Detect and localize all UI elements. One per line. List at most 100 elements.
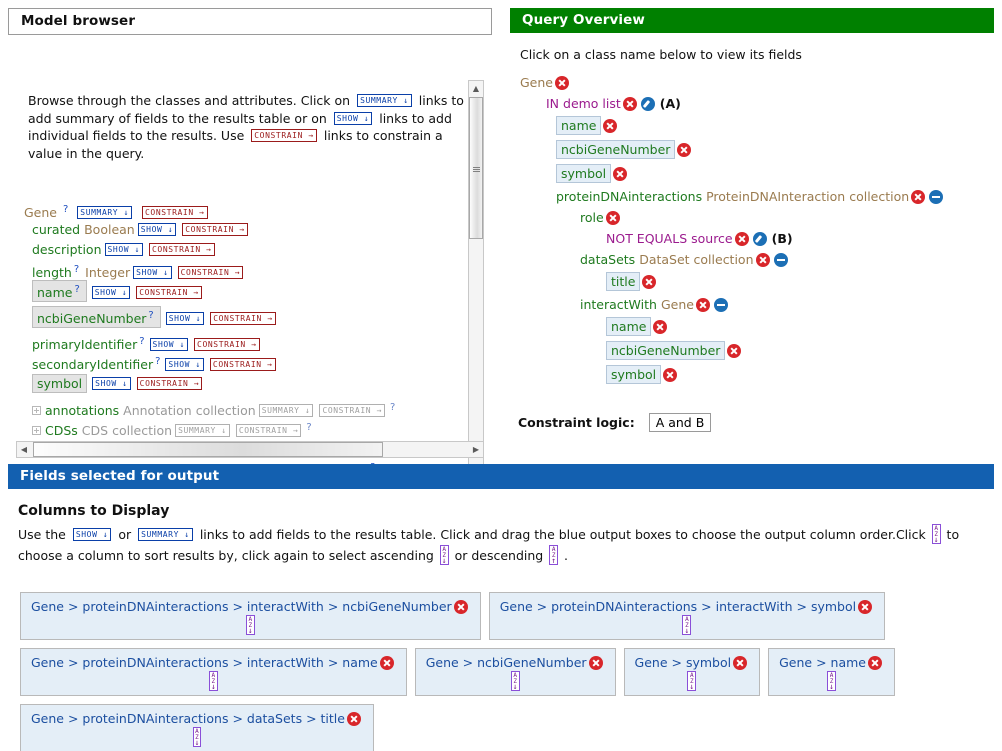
sort-icon[interactable]: A Z ↓ xyxy=(827,671,836,691)
collection-name[interactable]: CDSs xyxy=(45,423,78,438)
remove-icon[interactable] xyxy=(695,298,710,312)
remove-icon[interactable] xyxy=(613,167,628,181)
help-icon[interactable]: ? xyxy=(155,356,160,367)
edit-icon[interactable] xyxy=(640,97,655,111)
scroll-up-arrow-icon[interactable]: ▲ xyxy=(469,81,483,95)
collection-name[interactable]: annotations xyxy=(45,403,119,418)
expand-collection-icon[interactable] xyxy=(32,426,41,436)
summary-link-inline[interactable]: SUMMARY ↓ xyxy=(357,94,412,107)
help-icon[interactable]: ? xyxy=(63,204,68,215)
remove-icon[interactable] xyxy=(653,320,668,334)
model-browser-horizontal-scrollbar[interactable]: ◀ ▶ xyxy=(16,441,484,458)
query-field-box[interactable]: symbol xyxy=(556,164,612,183)
expand-collection-icon[interactable] xyxy=(32,406,41,416)
show-link-inline[interactable]: SHOW ↓ xyxy=(333,111,373,125)
remove-icon[interactable] xyxy=(734,232,749,246)
attribute-name[interactable]: symbol xyxy=(37,376,82,391)
query-field-box[interactable]: symbol xyxy=(606,365,662,384)
remove-icon[interactable] xyxy=(605,211,620,225)
collapse-icon[interactable] xyxy=(773,253,788,267)
help-icon[interactable]: ? xyxy=(306,422,311,433)
constrain-link[interactable]: CONSTRAIN → xyxy=(177,266,244,280)
collapse-icon[interactable] xyxy=(929,190,944,204)
constraint-logic-value[interactable]: A and B xyxy=(648,413,712,432)
remove-icon[interactable] xyxy=(663,368,678,382)
remove-icon[interactable] xyxy=(911,190,926,204)
attribute-name[interactable]: secondaryIdentifier xyxy=(32,357,153,372)
output-column-box[interactable]: Gene > name A Z ↓ xyxy=(768,648,895,696)
summary-link-inline[interactable]: SUMMARY ↓ xyxy=(138,528,193,541)
help-icon[interactable]: ? xyxy=(74,264,79,275)
scroll-left-arrow-icon[interactable]: ◀ xyxy=(17,442,31,457)
constrain-link[interactable]: CONSTRAIN → xyxy=(182,223,248,236)
constrain-link[interactable]: CONSTRAIN → xyxy=(136,377,203,390)
attribute-name[interactable]: description xyxy=(32,242,102,257)
remove-icon[interactable] xyxy=(622,97,637,111)
constrain-link[interactable]: CONSTRAIN → xyxy=(194,338,260,352)
help-icon[interactable]: ? xyxy=(74,284,79,295)
remove-icon[interactable] xyxy=(642,275,657,289)
query-attribute[interactable]: role xyxy=(580,210,604,225)
output-column-box[interactable]: Gene > ncbiGeneNumber A Z ↓ xyxy=(414,648,616,696)
output-column-box[interactable]: Gene > proteinDNAinteractions > interact… xyxy=(488,592,886,640)
show-link[interactable]: SHOW ↓ xyxy=(133,266,172,280)
constrain-link[interactable]: CONSTRAIN → xyxy=(209,358,276,372)
sort-icon[interactable]: A Z ↓ xyxy=(192,727,202,747)
attribute-selected-box[interactable]: name? xyxy=(32,280,87,303)
sort-icon[interactable]: A Z ↓ xyxy=(208,671,218,691)
constrain-link[interactable]: CONSTRAIN → xyxy=(136,286,202,300)
remove-icon[interactable] xyxy=(379,656,394,670)
query-field-box[interactable]: name xyxy=(556,116,602,135)
remove-icon[interactable] xyxy=(677,143,692,157)
horizontal-scroll-thumb[interactable] xyxy=(33,442,383,457)
remove-icon[interactable] xyxy=(603,119,618,133)
attribute-selected-box[interactable]: ncbiGeneNumber? xyxy=(32,306,161,329)
output-column-box[interactable]: Gene > proteinDNAinteractions > dataSets… xyxy=(20,704,374,751)
remove-icon[interactable] xyxy=(755,253,770,267)
show-link[interactable]: SHOW ↓ xyxy=(165,312,205,326)
attribute-name[interactable]: ncbiGeneNumber xyxy=(37,311,146,326)
constrain-link[interactable]: CONSTRAIN → xyxy=(149,243,215,256)
help-icon[interactable]: ? xyxy=(148,310,153,321)
remove-icon[interactable] xyxy=(588,656,603,670)
attribute-name[interactable]: primaryIdentifier xyxy=(32,337,137,352)
show-link[interactable]: SHOW ↓ xyxy=(149,338,189,352)
remove-icon[interactable] xyxy=(346,712,361,726)
remove-icon[interactable] xyxy=(727,344,742,358)
query-field-box[interactable]: title xyxy=(606,272,641,291)
query-collection-name[interactable]: proteinDNAinteractions xyxy=(556,189,702,204)
attribute-name[interactable]: curated xyxy=(32,222,80,237)
query-field-box[interactable]: ncbiGeneNumber xyxy=(606,341,726,360)
constrain-link[interactable]: CONSTRAIN → xyxy=(210,312,276,326)
show-link-inline[interactable]: SHOW ↓ xyxy=(72,528,112,541)
remove-icon[interactable] xyxy=(555,76,569,90)
sort-icon[interactable]: A Z ↓ xyxy=(245,615,255,635)
output-column-box[interactable]: Gene > symbol A Z ↓ xyxy=(623,648,761,696)
edit-icon[interactable] xyxy=(752,232,767,246)
root-class-name[interactable]: Gene xyxy=(24,205,57,220)
remove-icon[interactable] xyxy=(453,600,468,614)
remove-icon[interactable] xyxy=(867,656,882,670)
remove-icon[interactable] xyxy=(733,656,748,670)
query-constraint[interactable]: NOT EQUALS source xyxy=(606,231,733,246)
query-field-box[interactable]: name xyxy=(606,317,652,336)
remove-icon[interactable] xyxy=(858,600,873,614)
attribute-name[interactable]: name xyxy=(37,285,72,300)
vertical-scroll-thumb[interactable] xyxy=(469,97,483,239)
show-link[interactable]: SHOW ↓ xyxy=(165,358,204,372)
model-browser-vertical-scrollbar[interactable]: ▲ ▼ xyxy=(468,80,484,480)
attribute-name[interactable]: length xyxy=(32,265,72,280)
query-collection-name[interactable]: interactWith xyxy=(580,297,657,312)
output-column-box[interactable]: Gene > proteinDNAinteractions > interact… xyxy=(20,648,407,696)
sort-icon[interactable]: A Z ↓ xyxy=(682,615,692,635)
sort-icon[interactable]: A Z ↓ xyxy=(510,671,520,691)
collapse-icon[interactable] xyxy=(713,298,728,312)
root-constrain-link[interactable]: CONSTRAIN → xyxy=(142,206,208,220)
show-link[interactable]: SHOW ↓ xyxy=(137,223,177,236)
query-field-box[interactable]: ncbiGeneNumber xyxy=(556,140,676,159)
root-summary-link[interactable]: SUMMARY ↓ xyxy=(77,206,133,220)
show-link[interactable]: SHOW ↓ xyxy=(92,377,131,390)
constrain-link-inline[interactable]: CONSTRAIN → xyxy=(251,129,317,142)
help-icon[interactable]: ? xyxy=(390,402,395,413)
query-collection-name[interactable]: dataSets xyxy=(580,252,635,267)
